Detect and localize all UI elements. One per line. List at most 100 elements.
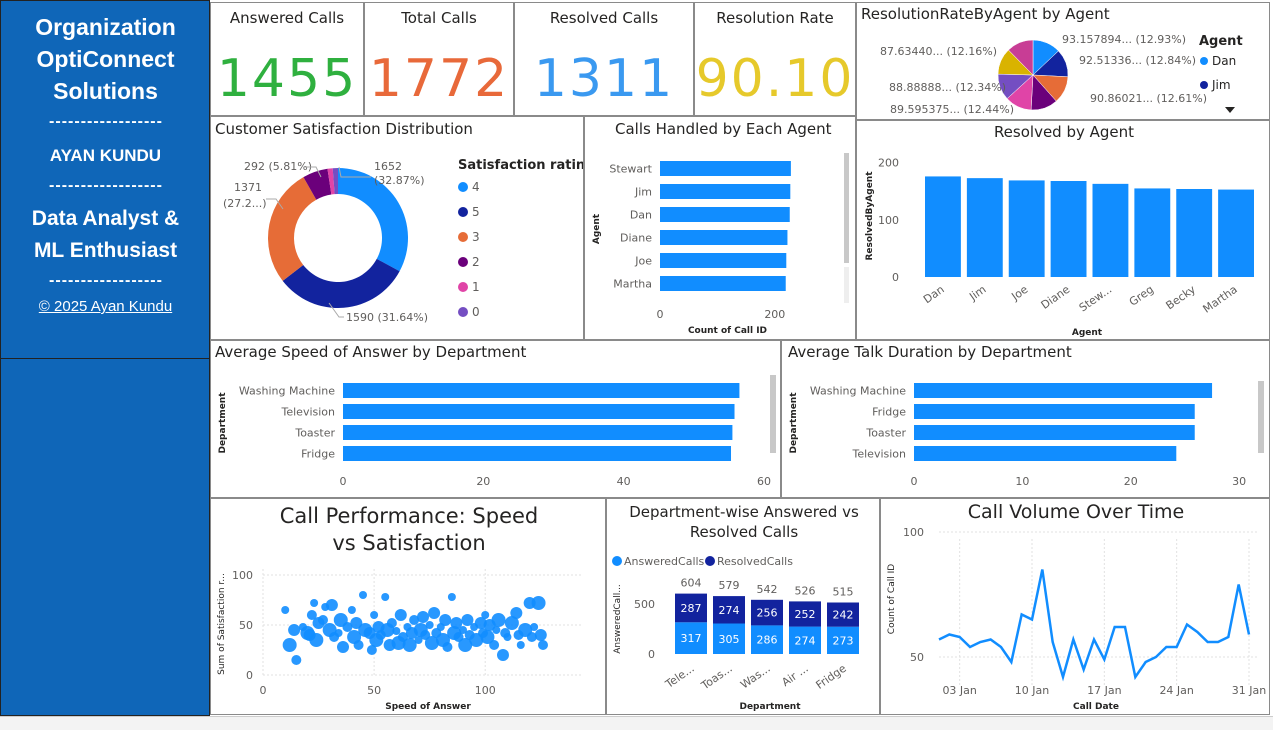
- data-point[interactable]: [428, 607, 441, 619]
- copyright-link[interactable]: © 2025 Ayan Kundu: [1, 298, 210, 315]
- legend-scroll-down-icon[interactable]: [1225, 107, 1235, 113]
- data-point[interactable]: [497, 649, 509, 661]
- data-point[interactable]: [337, 641, 349, 653]
- kpi-resolved-calls[interactable]: Resolved Calls 1311: [514, 2, 694, 116]
- bar[interactable]: [1092, 183, 1129, 277]
- legend-item[interactable]: 5: [472, 205, 480, 219]
- bar[interactable]: [1050, 181, 1087, 277]
- data-point[interactable]: [510, 607, 523, 619]
- bar[interactable]: [914, 383, 1213, 398]
- data-point[interactable]: [491, 613, 506, 627]
- data-point[interactable]: [310, 599, 319, 607]
- bar[interactable]: [660, 276, 786, 291]
- bar[interactable]: [1008, 180, 1045, 277]
- data-point[interactable]: [447, 593, 456, 601]
- data-point[interactable]: [370, 611, 379, 619]
- data-point[interactable]: [347, 606, 356, 614]
- legend-item[interactable]: AnsweredCalls: [624, 555, 705, 568]
- legend-item[interactable]: 3: [472, 230, 480, 244]
- data-point[interactable]: [353, 640, 364, 650]
- category-label: Diane: [620, 232, 652, 245]
- data-point[interactable]: [534, 629, 547, 641]
- data-label: 242: [833, 609, 854, 622]
- legend-item[interactable]: Dan: [1212, 54, 1236, 68]
- data-point[interactable]: [516, 641, 525, 649]
- data-point[interactable]: [288, 624, 301, 636]
- data-point[interactable]: [489, 640, 500, 650]
- y-axis-label: Department: [218, 392, 228, 454]
- data-point[interactable]: [503, 633, 512, 641]
- avg-speed-answer-visual[interactable]: Average Speed of Answer by Department Wa…: [210, 340, 781, 498]
- donut-label: 1590 (31.64%): [346, 311, 428, 324]
- data-point[interactable]: [318, 615, 328, 625]
- legend-item[interactable]: 1: [472, 280, 480, 294]
- data-point[interactable]: [392, 627, 401, 635]
- data-point[interactable]: [359, 591, 367, 599]
- data-point[interactable]: [325, 599, 338, 611]
- data-point[interactable]: [492, 626, 501, 634]
- scrollbar[interactable]: [844, 153, 849, 263]
- bar[interactable]: [1176, 189, 1213, 277]
- legend-item[interactable]: 4: [472, 180, 480, 194]
- bar[interactable]: [343, 404, 735, 419]
- resolved-by-agent-visual[interactable]: Resolved by Agent 0 100 200 Dan Jim Joe Diane S…: [856, 120, 1270, 340]
- bar[interactable]: [660, 230, 788, 245]
- x-tick-label: 0: [340, 475, 347, 488]
- legend-marker: [458, 232, 468, 242]
- data-point[interactable]: [531, 596, 546, 610]
- scrollbar-track[interactable]: [844, 267, 849, 303]
- bar[interactable]: [343, 446, 732, 461]
- kpi-answered-calls[interactable]: Answered Calls 1455: [210, 2, 364, 116]
- bar[interactable]: [966, 178, 1003, 277]
- bar[interactable]: [343, 425, 733, 440]
- bar[interactable]: [660, 161, 791, 176]
- kpi-total-calls[interactable]: Total Calls 1772: [364, 2, 514, 116]
- bar[interactable]: [660, 253, 787, 268]
- data-point[interactable]: [481, 611, 490, 619]
- bar[interactable]: [1218, 189, 1254, 277]
- legend-item[interactable]: 2: [472, 255, 480, 269]
- data-point[interactable]: [291, 655, 302, 665]
- data-point[interactable]: [394, 609, 407, 621]
- data-point[interactable]: [381, 593, 390, 601]
- data-point[interactable]: [334, 629, 343, 637]
- bar[interactable]: [914, 404, 1195, 419]
- donut-slice[interactable]: [268, 177, 317, 281]
- data-point[interactable]: [439, 614, 452, 626]
- x-axis-label: Call Date: [1073, 702, 1119, 712]
- bar[interactable]: [343, 383, 740, 398]
- data-point[interactable]: [282, 638, 297, 652]
- satisfaction-donut-visual[interactable]: Customer Satisfaction Distribution 1652 …: [210, 116, 584, 340]
- data-point[interactable]: [530, 623, 539, 631]
- scrollbar[interactable]: [770, 375, 776, 453]
- avg-talk-duration-visual[interactable]: Average Talk Duration by Department Wash…: [781, 340, 1270, 498]
- bar[interactable]: [914, 425, 1195, 440]
- dept-answered-resolved-visual[interactable]: Department-wise Answered vs Resolved Cal…: [606, 498, 880, 715]
- bar[interactable]: [1134, 188, 1171, 277]
- bar[interactable]: [660, 184, 791, 199]
- bar[interactable]: [914, 446, 1177, 461]
- data-point[interactable]: [417, 611, 429, 623]
- legend-item[interactable]: 0: [472, 305, 480, 319]
- bar[interactable]: [925, 176, 961, 277]
- legend-item[interactable]: ResolvedCalls: [717, 555, 793, 568]
- resolution-rate-pie-visual[interactable]: ResolutionRateByAgent by Agent 87.63440.…: [856, 2, 1270, 120]
- data-point[interactable]: [425, 621, 434, 629]
- data-point[interactable]: [281, 606, 290, 614]
- x-tick-label: Stew...: [1077, 283, 1114, 315]
- speed-vs-satisfaction-visual[interactable]: Call Performance: Speed vs Satisfaction …: [210, 498, 606, 715]
- data-point[interactable]: [538, 640, 548, 650]
- bar[interactable]: [660, 207, 790, 222]
- data-point[interactable]: [442, 642, 453, 652]
- legend-item[interactable]: Jim: [1211, 78, 1231, 92]
- total-label: 526: [795, 584, 816, 597]
- call-volume-visual[interactable]: Call Volume Over Time 50 100 03 Jan 10 Jan 1…: [880, 498, 1270, 715]
- x-tick-label: Fridge: [814, 662, 849, 692]
- calls-per-agent-visual[interactable]: Calls Handled by Each Agent Stewart Jim Da…: [584, 116, 856, 340]
- scrollbar[interactable]: [1258, 381, 1264, 453]
- data-point[interactable]: [386, 618, 397, 628]
- kpi-resolution-rate[interactable]: Resolution Rate 90.10: [694, 2, 856, 116]
- data-point[interactable]: [309, 633, 324, 647]
- series-line[interactable]: [938, 569, 1251, 682]
- total-label: 604: [681, 577, 702, 590]
